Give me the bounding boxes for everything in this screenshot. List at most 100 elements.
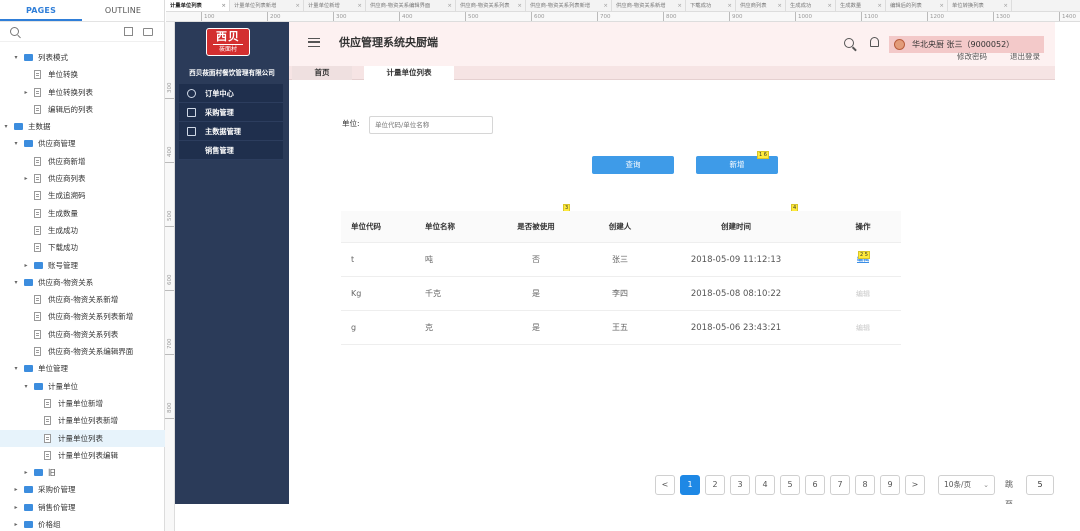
page-button[interactable]: 6: [805, 475, 825, 495]
tree-item[interactable]: ▾ 计量单位: [0, 378, 165, 395]
chevron-icon[interactable]: ▸: [22, 170, 30, 187]
tree-item[interactable]: 计量单位列表编辑: [0, 447, 165, 464]
page-button[interactable]: 7: [830, 475, 850, 495]
tree-item[interactable]: ▸ 单位转换列表: [0, 84, 165, 101]
close-icon[interactable]: ×: [447, 0, 452, 11]
page-button[interactable]: 5: [780, 475, 800, 495]
menu-item-orders[interactable]: 订单中心: [179, 84, 283, 103]
chevron-icon[interactable]: ▸: [12, 481, 20, 498]
tree-item[interactable]: ▾ 供应商-物资关系: [0, 274, 165, 291]
document-tab[interactable]: 供应商-物资关系编辑界面 ×: [366, 0, 456, 11]
close-icon[interactable]: ×: [357, 0, 362, 11]
prev-page-button[interactable]: <: [655, 475, 675, 495]
tab-outline[interactable]: OUTLINE: [82, 0, 164, 21]
page-button[interactable]: 4: [755, 475, 775, 495]
tree-item[interactable]: 下载成功: [0, 239, 165, 256]
menu-item-purchase[interactable]: 采购管理: [179, 103, 283, 122]
tree-item[interactable]: 生成成功: [0, 222, 165, 239]
tree-item[interactable]: ▸ 采购价管理: [0, 481, 165, 498]
edit-link[interactable]: 编辑: [841, 277, 885, 311]
chevron-icon[interactable]: ▾: [12, 360, 20, 377]
goto-page-input[interactable]: 5: [1026, 475, 1054, 495]
chevron-icon[interactable]: ▾: [12, 274, 20, 291]
add-folder-icon[interactable]: [143, 28, 153, 36]
bell-icon[interactable]: [870, 37, 879, 47]
unit-search-input[interactable]: [369, 116, 493, 134]
tree-item[interactable]: 供应商-物资关系编辑界面: [0, 343, 165, 360]
page-button[interactable]: 2: [705, 475, 725, 495]
document-tab[interactable]: 生成数量 ×: [836, 0, 886, 11]
page-button[interactable]: 3: [730, 475, 750, 495]
tab-home[interactable]: 首页: [292, 66, 352, 80]
document-tab[interactable]: 计量单位新增 ×: [304, 0, 366, 11]
tree-item[interactable]: ▸ 账号管理: [0, 257, 165, 274]
search-icon[interactable]: [844, 38, 854, 48]
close-icon[interactable]: ×: [727, 0, 732, 11]
tree-item[interactable]: 计量单位新增: [0, 395, 165, 412]
tree-item[interactable]: ▾ 主数据: [0, 118, 165, 135]
tree-item[interactable]: 供应商新增: [0, 153, 165, 170]
change-password-link[interactable]: 修改密码: [957, 51, 987, 62]
document-tab[interactable]: 编辑后的列表 ×: [886, 0, 948, 11]
close-icon[interactable]: ×: [827, 0, 832, 11]
tree-item[interactable]: 供应商-物资关系新增: [0, 291, 165, 308]
chevron-icon[interactable]: ▾: [12, 135, 20, 152]
close-icon[interactable]: ×: [517, 0, 522, 11]
close-icon[interactable]: ×: [877, 0, 882, 11]
tree-item[interactable]: ▸ 价格组: [0, 516, 165, 531]
menu-toggle-icon[interactable]: [308, 38, 320, 47]
close-icon[interactable]: ×: [295, 0, 300, 11]
tree-item[interactable]: 编辑后的列表: [0, 101, 165, 118]
page-button[interactable]: 1: [680, 475, 700, 495]
chevron-icon[interactable]: ▾: [12, 49, 20, 66]
document-tab[interactable]: 供应商列表 ×: [736, 0, 786, 11]
tab-unit-list[interactable]: 计量单位列表: [364, 66, 454, 80]
page-button[interactable]: 8: [855, 475, 875, 495]
tree-item[interactable]: 供应商-物资关系列表新增: [0, 308, 165, 325]
close-icon[interactable]: ×: [221, 0, 226, 11]
close-icon[interactable]: ×: [603, 0, 608, 11]
tree-item[interactable]: 计量单位列表: [0, 429, 165, 447]
chevron-icon[interactable]: ▸: [22, 257, 30, 274]
tree-item[interactable]: 供应商-物资关系列表: [0, 326, 165, 343]
tree-item[interactable]: 生成数量: [0, 205, 165, 222]
document-tab[interactable]: 供应商-物资关系新增 ×: [612, 0, 686, 11]
tree-item[interactable]: 单位转换: [0, 66, 165, 83]
query-button[interactable]: 查询: [592, 156, 674, 174]
document-tab[interactable]: 单位转换列表 ×: [948, 0, 1012, 11]
edit-link[interactable]: 编辑: [841, 243, 885, 277]
chevron-icon[interactable]: ▸: [22, 84, 30, 101]
page-button[interactable]: 9: [880, 475, 900, 495]
tree-item[interactable]: ▸ 旧: [0, 464, 165, 481]
tree-item[interactable]: 计量单位列表新增: [0, 412, 165, 429]
close-icon[interactable]: ×: [1003, 0, 1008, 11]
add-page-icon[interactable]: [124, 27, 133, 36]
chevron-icon[interactable]: ▸: [12, 516, 20, 531]
page-size-select[interactable]: 10条/页 ⌄: [938, 475, 995, 495]
chevron-icon[interactable]: ▾: [22, 378, 30, 395]
chevron-icon[interactable]: ▸: [22, 464, 30, 481]
document-tab[interactable]: 供应商-物资关系列表新增 ×: [526, 0, 612, 11]
logout-link[interactable]: 退出登录: [1010, 51, 1040, 62]
chevron-icon[interactable]: ▸: [12, 499, 20, 516]
menu-item-sales[interactable]: 销售管理: [179, 141, 283, 160]
document-tab[interactable]: 生成成功 ×: [786, 0, 836, 11]
menu-item-master-data[interactable]: 主数据管理: [179, 122, 283, 141]
tree-item[interactable]: 生成追溯码: [0, 187, 165, 204]
document-tab[interactable]: 计量单位列表新增 ×: [230, 0, 304, 11]
document-tab[interactable]: 下载成功 ×: [686, 0, 736, 11]
tab-pages[interactable]: PAGES: [0, 0, 82, 21]
brand-logo[interactable]: 西贝 莜面村: [206, 28, 250, 56]
document-tab[interactable]: 供应商-物资关系列表 ×: [456, 0, 526, 11]
tree-item[interactable]: ▾ 供应商管理: [0, 135, 165, 152]
tree-item[interactable]: ▸ 供应商列表: [0, 170, 165, 187]
tree-item[interactable]: ▸ 销售价管理: [0, 499, 165, 516]
tree-item[interactable]: ▾ 单位管理: [0, 360, 165, 377]
close-icon[interactable]: ×: [677, 0, 682, 11]
close-icon[interactable]: ×: [777, 0, 782, 11]
edit-link[interactable]: 编辑: [841, 311, 885, 345]
tree-item[interactable]: ▾ 列表模式: [0, 49, 165, 66]
next-page-button[interactable]: >: [905, 475, 925, 495]
document-tab[interactable]: 计量单位列表 ×: [166, 0, 230, 11]
search-icon[interactable]: [10, 27, 19, 36]
